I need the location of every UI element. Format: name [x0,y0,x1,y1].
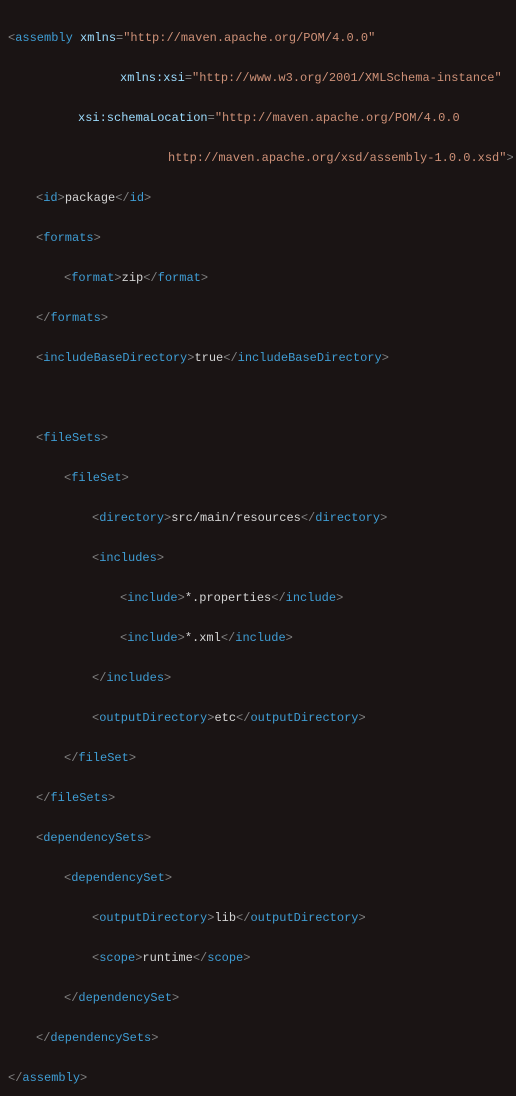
line: <dependencySet> [8,868,492,888]
line: <include>*.properties</include> [8,588,492,608]
line: <scope>runtime</scope> [8,948,492,968]
line: </fileSets> [8,788,492,808]
line: <include>*.xml</include> [8,628,492,648]
line: <format>zip</format> [8,268,492,288]
line: </formats> [8,308,492,328]
line: </assembly> [8,1068,492,1088]
line: <outputDirectory>etc</outputDirectory> [8,708,492,728]
line: <dependencySets> [8,828,492,848]
line: <fileSet> [8,468,492,488]
line: <includes> [8,548,492,568]
line: </includes> [8,668,492,688]
line: <outputDirectory>lib</outputDirectory> [8,908,492,928]
line: </dependencySet> [8,988,492,1008]
line: </dependencySets> [8,1028,492,1048]
line: <assembly xmlns="http://maven.apache.org… [8,28,492,48]
line: <formats> [8,228,492,248]
line: </fileSet> [8,748,492,768]
line: http://maven.apache.org/xsd/assembly-1.0… [8,148,492,168]
line: <directory>src/main/resources</directory… [8,508,492,528]
line: xmlns:xsi="http://www.w3.org/2001/XMLSch… [8,68,492,88]
line: xsi:schemaLocation="http://maven.apache.… [8,108,492,128]
line: <id>package</id> [8,188,492,208]
xml-code-block: <assembly xmlns="http://maven.apache.org… [8,8,492,1096]
line: <fileSets> [8,428,492,448]
line: <includeBaseDirectory>true</includeBaseD… [8,348,492,368]
line [8,388,492,408]
